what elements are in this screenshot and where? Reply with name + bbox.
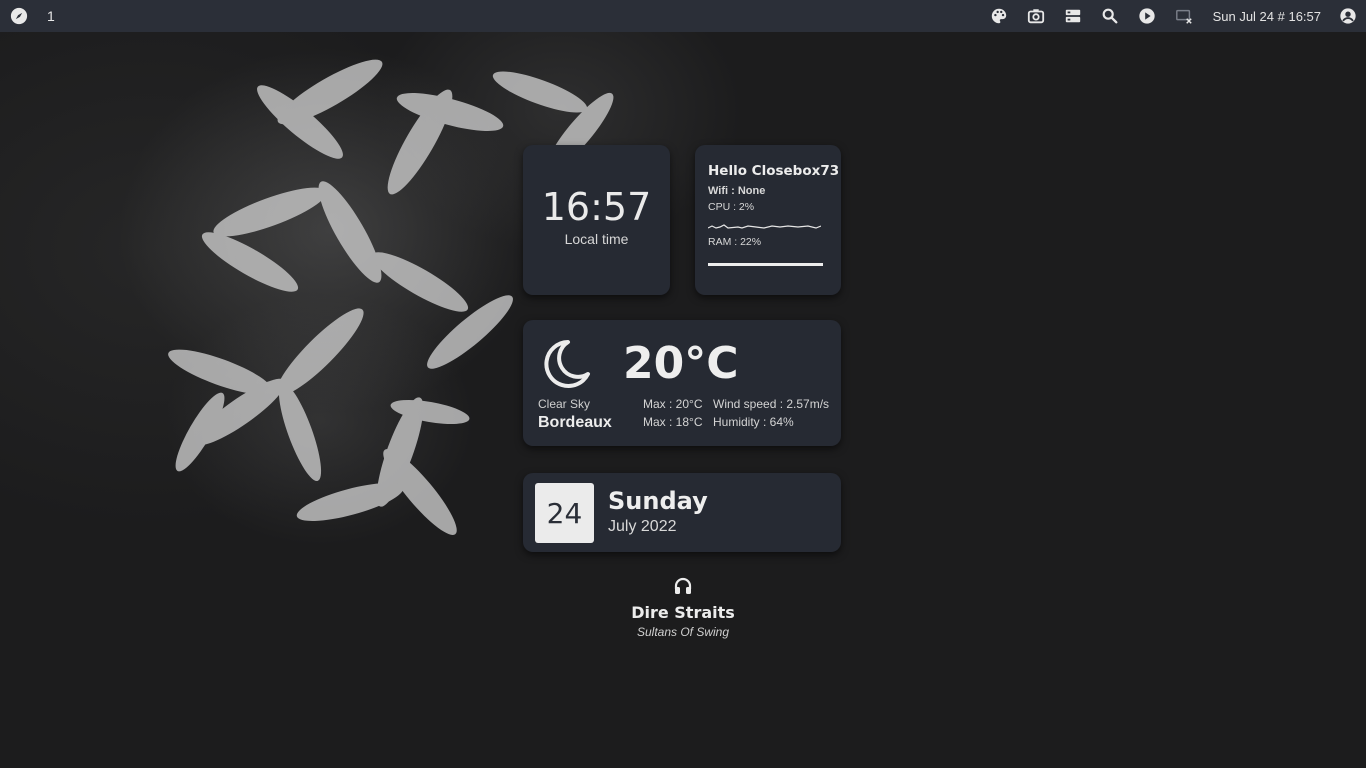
weather-condition: Clear Sky — [538, 397, 591, 411]
time-widget: 16:57 Local time — [523, 145, 670, 295]
system-widget: Hello Closebox73 Wifi : None CPU : 2% RA… — [695, 145, 841, 295]
ram-bar-fill — [708, 263, 823, 266]
top-bar: 1 Sun Jul 24 # 16:57 — [0, 0, 1366, 32]
topbar-clock[interactable]: Sun Jul 24 # 16:57 — [1213, 9, 1321, 24]
music-widget: Dire Straits Sultans Of Swing — [583, 576, 783, 639]
play-icon[interactable] — [1137, 6, 1157, 26]
temp-min: Max : 18°C — [643, 415, 703, 429]
moon-icon — [544, 340, 590, 388]
wifi-status: Wifi : None — [708, 185, 766, 197]
temperature: 20°C — [623, 338, 739, 389]
palette-icon[interactable] — [989, 6, 1009, 26]
music-artist: Dire Straits — [631, 603, 735, 622]
compass-icon[interactable] — [9, 6, 29, 26]
account-circle-icon[interactable] — [1338, 6, 1358, 26]
cpu-usage: CPU : 2% — [708, 201, 755, 213]
greeting: Hello Closebox73 — [708, 163, 840, 179]
weather-widget: 20°C Clear Sky Bordeaux Max : 20°C Max :… — [523, 320, 841, 446]
humidity: Humidity : 64% — [713, 415, 794, 429]
month-year: July 2022 — [608, 518, 677, 535]
desktop: 1 Sun Jul 24 # 16:57 16:57 Local time He… — [0, 0, 1366, 768]
camera-icon[interactable] — [1026, 6, 1046, 26]
time-label: Local time — [564, 231, 629, 247]
weather-city: Bordeaux — [538, 414, 612, 431]
time-display: 16:57 — [541, 185, 652, 229]
workspace-indicator[interactable]: 1 — [47, 8, 55, 24]
wind-speed: Wind speed : 2.57m/s — [713, 397, 830, 411]
search-icon[interactable] — [1100, 6, 1120, 26]
screen-off-icon[interactable] — [1174, 6, 1194, 26]
ram-usage: RAM : 22% — [708, 236, 762, 248]
headphones-icon — [674, 577, 692, 594]
cpu-graph — [707, 224, 822, 229]
music-title: Sultans Of Swing — [636, 625, 730, 639]
day-number: 24 — [535, 483, 594, 543]
weekday: Sunday — [608, 487, 708, 515]
ram-bar — [708, 263, 823, 266]
temp-max: Max : 20°C — [643, 397, 703, 411]
storage-icon[interactable] — [1063, 6, 1083, 26]
date-widget: 24 Sunday July 2022 — [523, 473, 841, 552]
